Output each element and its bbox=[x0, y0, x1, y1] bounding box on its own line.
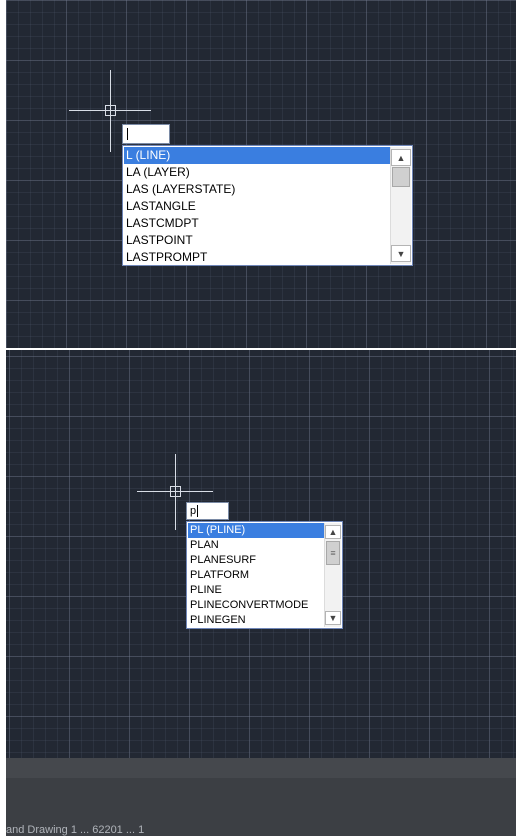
chevron-up-icon: ▲ bbox=[396, 152, 406, 163]
dynamic-command-input[interactable] bbox=[122, 124, 170, 144]
grip-icon: ≡ bbox=[330, 548, 336, 558]
suggestion-item[interactable]: LASTANGLE bbox=[124, 198, 390, 215]
scrollbar[interactable]: ▲ ▼ bbox=[390, 147, 411, 264]
scroll-up-button[interactable]: ▲ bbox=[325, 525, 341, 539]
autocomplete-list[interactable]: PL (PLINE) PLAN PLANESURF PLATFORM PLINE PLIN… bbox=[186, 521, 343, 629]
suggestion-item[interactable]: PLANESURF bbox=[188, 553, 325, 568]
chevron-down-icon: ▼ bbox=[396, 248, 406, 259]
suggestion-item[interactable]: LASTPOINT bbox=[124, 232, 390, 249]
crosshair-pickbox bbox=[105, 105, 116, 116]
command-input-text: p bbox=[190, 505, 197, 517]
chevron-down-icon: ▼ bbox=[328, 613, 338, 623]
suggestion-item[interactable]: PLINECONVERTMODE bbox=[188, 598, 325, 613]
suggestion-item[interactable]: LAS (LAYERSTATE) bbox=[124, 181, 390, 198]
suggestion-item[interactable]: PL (PLINE) bbox=[188, 523, 325, 538]
drawing-canvas-top[interactable]: L (LINE) LA (LAYER) LAS (LAYERSTATE) LASTAN… bbox=[6, 0, 516, 348]
scroll-up-button[interactable]: ▲ bbox=[391, 149, 411, 166]
scroll-down-button[interactable]: ▼ bbox=[391, 245, 411, 262]
text-caret bbox=[197, 505, 199, 517]
scroll-thumb[interactable] bbox=[392, 167, 410, 187]
dynamic-command-input[interactable]: p bbox=[186, 502, 229, 520]
suggestion-item[interactable]: PLINE bbox=[188, 583, 325, 598]
scroll-down-button[interactable]: ▼ bbox=[325, 611, 341, 625]
suggestion-item[interactable]: L (LINE) bbox=[124, 147, 390, 164]
suggestion-item[interactable]: LA (LAYER) bbox=[124, 164, 390, 181]
status-bar bbox=[6, 758, 516, 778]
crosshair-pickbox bbox=[170, 486, 181, 497]
suggestion-item[interactable]: PLATFORM bbox=[188, 568, 325, 583]
suggestion-item[interactable]: LASTPROMPT bbox=[124, 249, 390, 265]
suggestion-item[interactable]: LASTCMDPT bbox=[124, 215, 390, 232]
scroll-thumb[interactable]: ≡ bbox=[326, 541, 340, 565]
text-caret bbox=[127, 128, 128, 140]
chevron-up-icon: ▲ bbox=[328, 527, 338, 537]
suggestion-item[interactable]: PLAN bbox=[188, 538, 325, 553]
autocomplete-list[interactable]: L (LINE) LA (LAYER) LAS (LAYERSTATE) LASTAN… bbox=[122, 145, 413, 266]
suggestion-item[interactable]: PLINEGEN bbox=[188, 613, 325, 628]
scrollbar[interactable]: ▲ ≡ ▼ bbox=[324, 523, 341, 627]
drawing-canvas-bottom[interactable]: p PL (PLINE) PLAN PLANESURF PLATFORM PLINE PL… bbox=[6, 350, 516, 758]
command-line-text: and Drawing 1 ... 62201 ... 1 bbox=[6, 824, 145, 836]
